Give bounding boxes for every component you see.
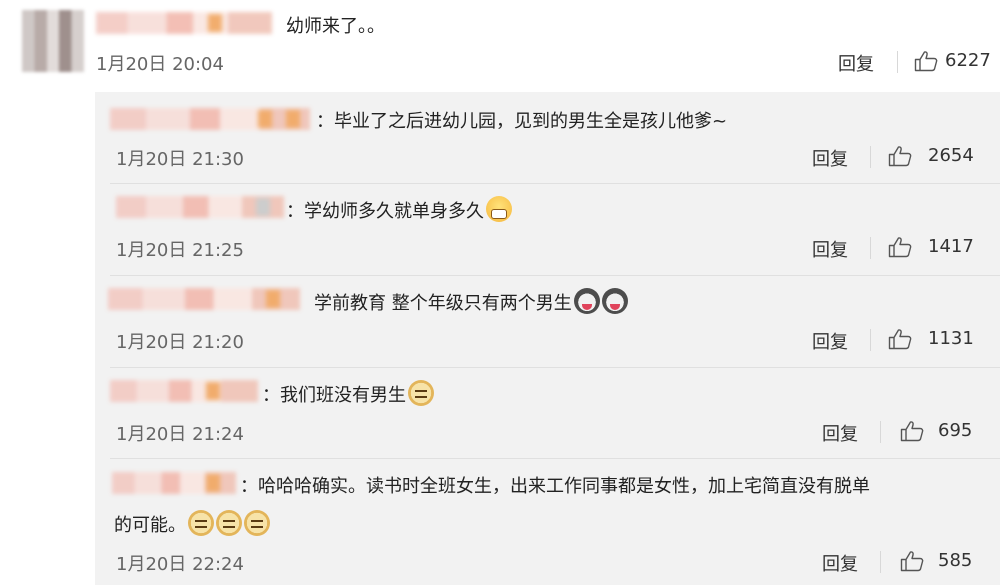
- thumbs-up-icon[interactable]: [888, 236, 912, 258]
- username-blurred[interactable]: [110, 380, 258, 402]
- thumbs-up-icon[interactable]: [888, 328, 912, 350]
- thumbs-up-icon[interactable]: [888, 145, 912, 167]
- reply-button[interactable]: 回复: [812, 236, 848, 262]
- divider: [897, 51, 898, 73]
- husky-emoji: [573, 288, 600, 314]
- like-count: 1131: [928, 328, 974, 349]
- row-divider: [110, 275, 1000, 276]
- username-blurred[interactable]: [116, 196, 284, 218]
- grin-emoji: [486, 196, 512, 222]
- reply-text-content: 的可能。: [114, 515, 186, 536]
- reply-text-line1: ：哈哈哈确实。读书时全班女生，出来工作同事都是女性，加上宅简直没有脱单: [240, 476, 870, 497]
- reply-button[interactable]: 回复: [822, 420, 858, 446]
- like-count: 585: [938, 550, 973, 571]
- reply-time: 1月20日 21:25: [116, 240, 244, 261]
- divider: [870, 146, 871, 168]
- username-blurred[interactable]: [110, 108, 310, 130]
- row-divider: [110, 367, 1000, 368]
- reply-text-content: ：学幼师多久就单身多久: [286, 201, 484, 222]
- reply-text-line2: 的可能。: [114, 510, 270, 537]
- username-blurred[interactable]: [108, 288, 300, 310]
- reply-text: ：我们班没有男生: [262, 380, 434, 407]
- reply-text-content: ：我们班没有男生: [262, 385, 406, 406]
- reply-time: 1月20日 21:24: [116, 424, 244, 445]
- like-count: 6227: [945, 50, 991, 71]
- doge-emoji: [408, 380, 434, 406]
- divider: [870, 237, 871, 259]
- reply-time: 1月20日 21:30: [116, 149, 244, 170]
- doge-emoji: [244, 510, 270, 536]
- reply-text-content: 学前教育 整个年级只有两个男生: [314, 293, 572, 314]
- reply-button[interactable]: 回复: [812, 328, 848, 354]
- reply-button[interactable]: 回复: [812, 145, 848, 171]
- like-count: 695: [938, 420, 973, 441]
- row-divider: [110, 458, 1000, 459]
- divider: [870, 329, 871, 351]
- reply-button[interactable]: 回复: [822, 550, 858, 576]
- username-blurred[interactable]: [96, 12, 272, 34]
- divider: [880, 421, 881, 443]
- reply-time: 1月20日 21:20: [116, 332, 244, 353]
- main-comment-time: 1月20日 20:04: [96, 54, 224, 75]
- like-count: 2654: [928, 145, 974, 166]
- thumbs-up-icon[interactable]: [914, 50, 938, 72]
- reply-text: 学前教育 整个年级只有两个男生: [314, 288, 628, 315]
- main-comment-text: 幼师来了。。: [286, 16, 385, 37]
- doge-emoji: [188, 510, 214, 536]
- avatar[interactable]: [22, 10, 84, 72]
- like-count: 1417: [928, 236, 974, 257]
- reply-text: ：毕业了之后进幼儿园，见到的男生全是孩儿他爹~: [316, 111, 728, 132]
- thumbs-up-icon[interactable]: [900, 550, 924, 572]
- reply-time: 1月20日 22:24: [116, 554, 244, 575]
- reply-button[interactable]: 回复: [838, 50, 874, 76]
- doge-emoji: [216, 510, 242, 536]
- username-blurred[interactable]: [112, 472, 236, 494]
- husky-emoji: [601, 288, 628, 314]
- divider: [880, 551, 881, 573]
- thumbs-up-icon[interactable]: [900, 420, 924, 442]
- row-divider: [110, 183, 1000, 184]
- reply-text: ：学幼师多久就单身多久: [286, 196, 512, 223]
